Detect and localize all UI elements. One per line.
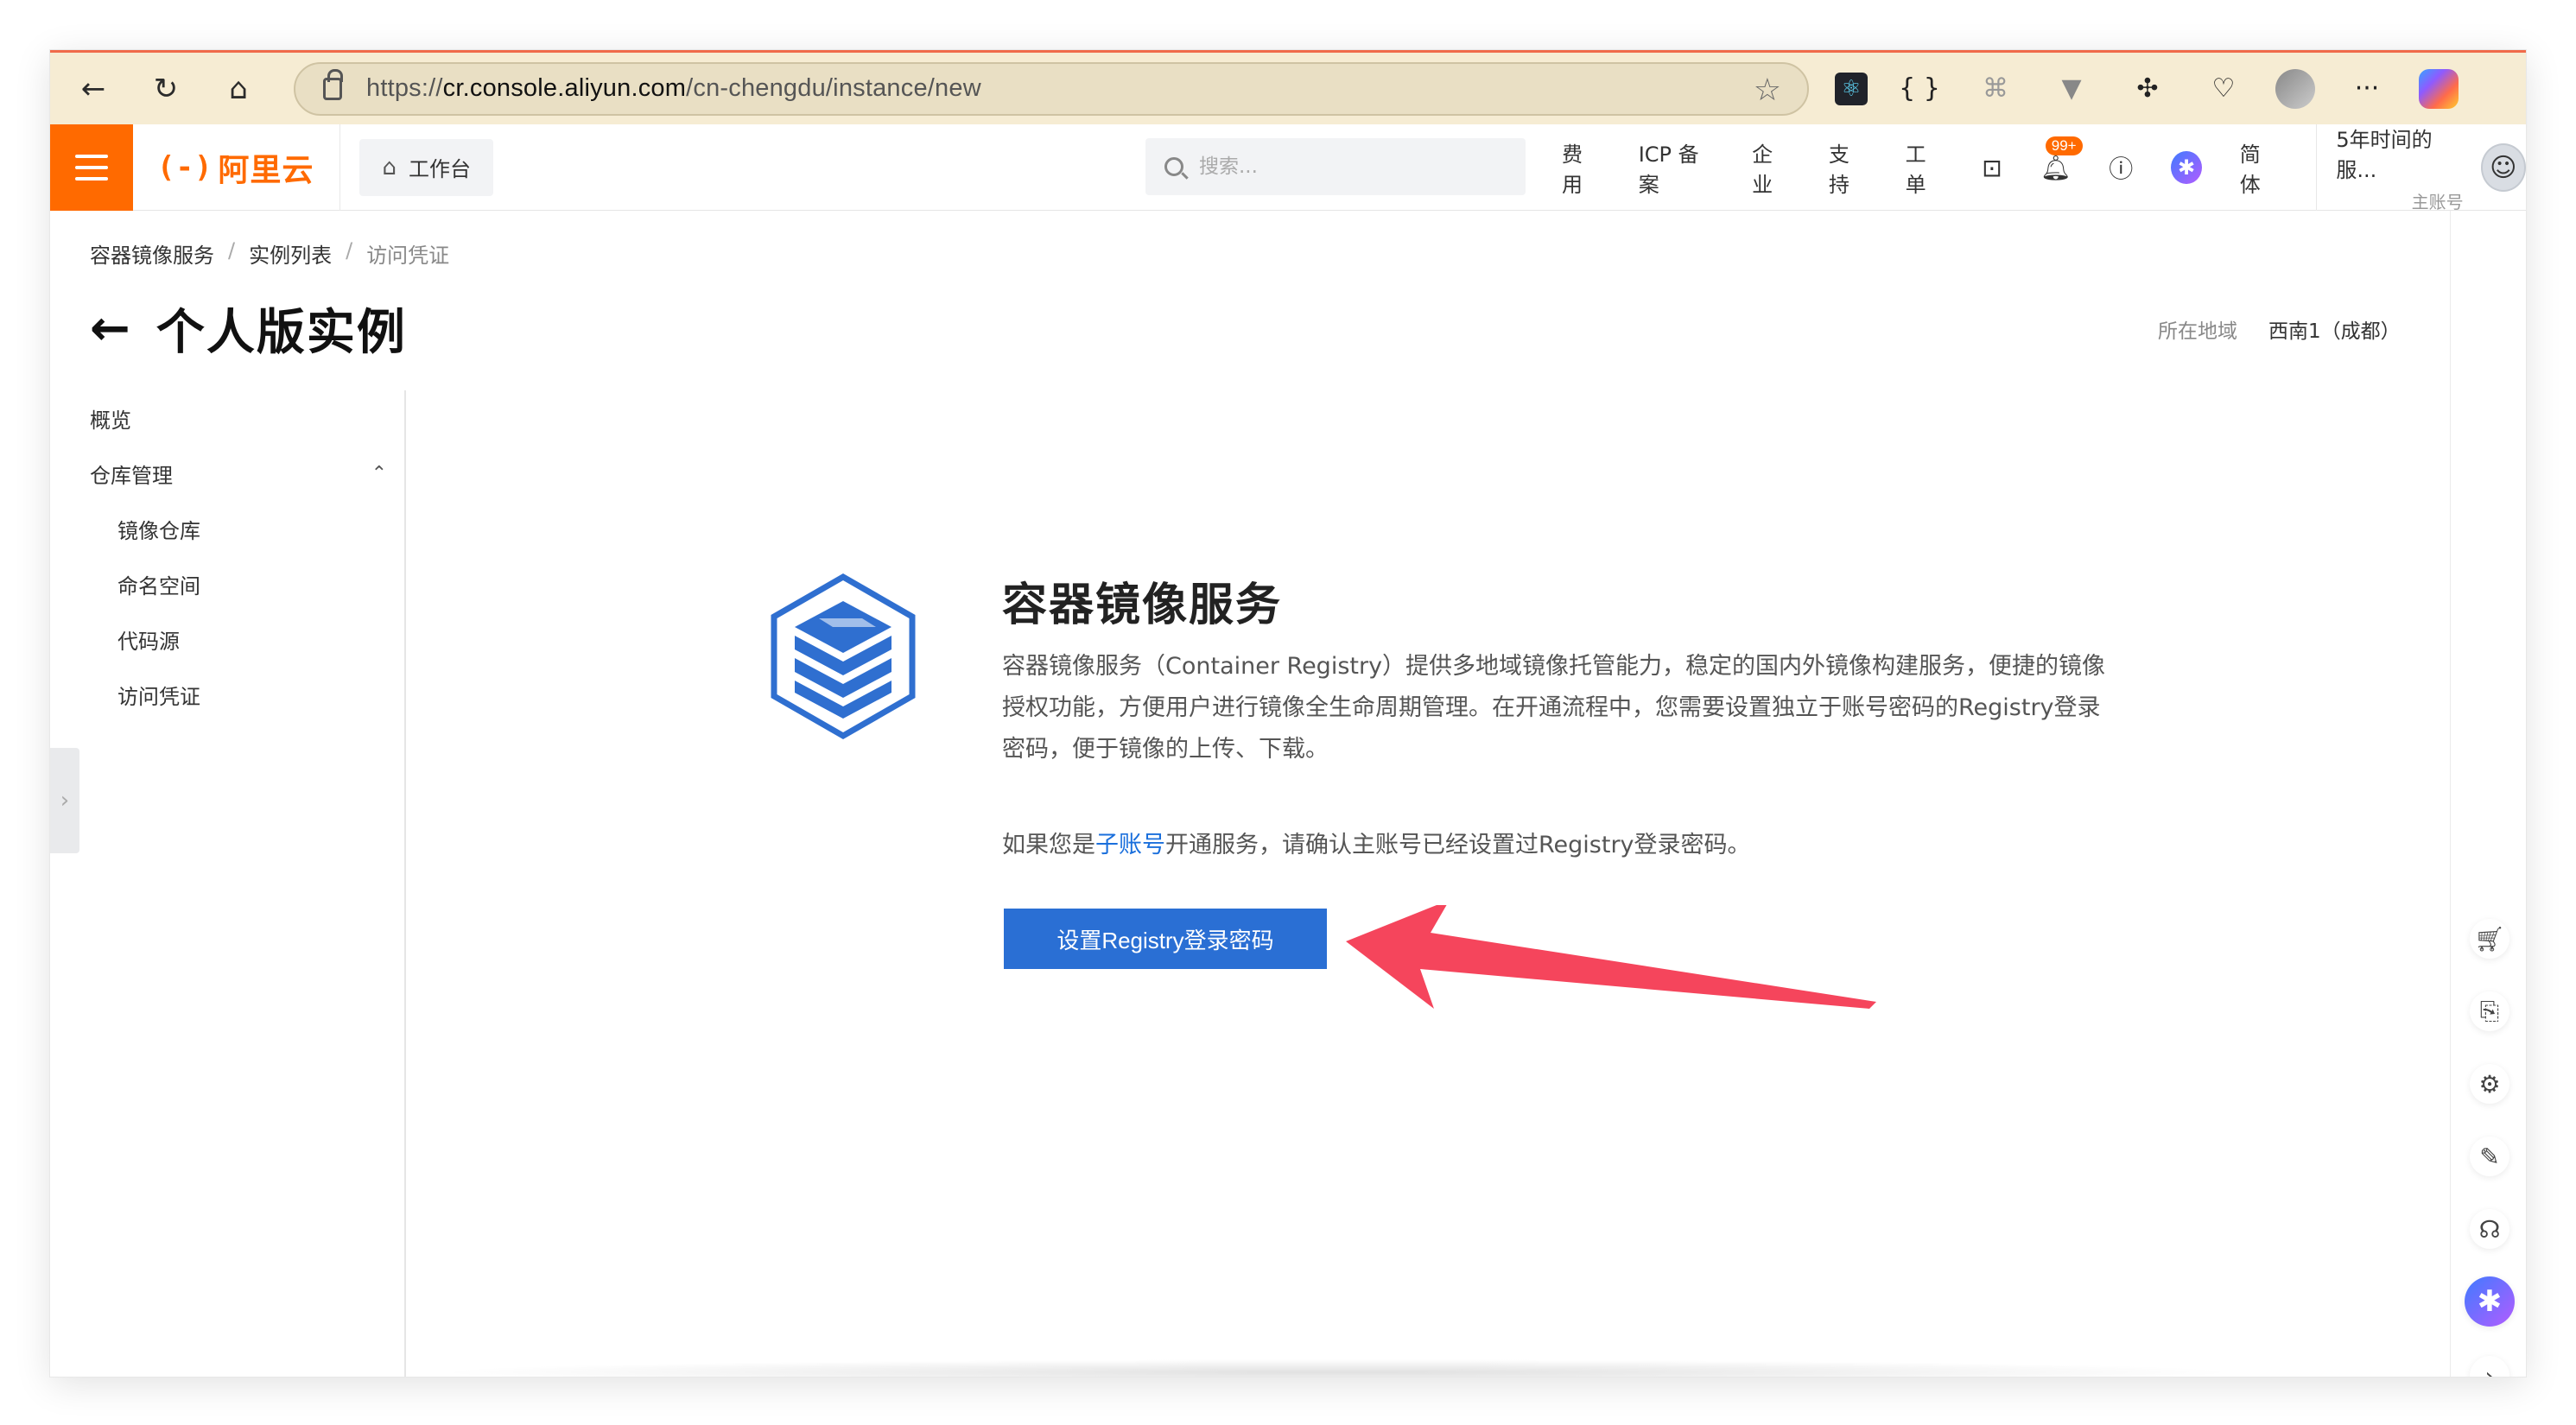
breadcrumb-item[interactable]: 容器镜像服务 [90,238,214,269]
divider [339,124,341,211]
address-url: https://cr.console.aliyun.com/cn-chengdu… [366,74,981,102]
json-viewer-icon[interactable]: { } [1895,65,1944,113]
set-registry-password-button[interactable]: 设置Registry登录密码 [1004,909,1327,969]
right-tool-rail: 🛒︎ ⎘ ⚙ ✎ ☊ ✱ › [2450,211,2526,1377]
divider [2316,124,2318,211]
sidebar-item-access-credential[interactable]: 访问凭证 [90,667,404,722]
breadcrumb-item[interactable]: 实例列表 [249,238,332,269]
api-icon[interactable]: ⎘ [2470,991,2509,1031]
profile-avatar-icon[interactable] [2275,68,2315,109]
address-bar[interactable]: https://cr.console.aliyun.com/cn-chengdu… [294,61,1809,116]
back-arrow-icon[interactable]: ← [90,301,130,357]
ai-assistant-icon[interactable]: ✱ [2171,151,2202,184]
nav-enterprise[interactable]: 企业 [1752,137,1791,198]
chevron-up-icon: ⌃ [371,462,387,484]
sidebar-collapse-handle[interactable]: › [50,748,79,853]
service-title: 容器镜像服务 [1002,580,1283,631]
sub-account-link[interactable]: 子账号 [1095,832,1165,858]
account-menu[interactable]: 5年时间的服... 主账号 [2336,123,2463,213]
bottom-shadow [430,1359,2244,1377]
vue-devtools-icon[interactable]: ▼ [2047,65,2096,113]
workbench-button[interactable]: ⌂ 工作台 [359,138,493,196]
puzzle-extensions-icon[interactable]: ✣ [2123,65,2172,113]
sub-account-note: 如果您是子账号开通服务，请确认主账号已经设置过Registry登录密码。 [1002,832,1751,858]
settings-gear-icon[interactable]: ⚙ [2470,1064,2509,1104]
aliyun-logo[interactable]: (-) 阿里云 [157,145,314,190]
account-type: 主账号 [2411,191,2464,212]
sidebar-item-image-repo[interactable]: 镜像仓库 [90,501,404,556]
back-icon[interactable]: ← [69,65,117,113]
health-icon[interactable]: ♡ [2199,65,2248,113]
sidebar-group-repo[interactable]: 仓库管理 ⌃ [90,446,404,501]
nav-ticket[interactable]: 工单 [1906,137,1945,198]
lock-icon [323,68,343,100]
avatar[interactable]: ☺ [2480,143,2526,192]
home-icon: ⌂ [382,154,397,180]
account-name: 5年时间的服... [2336,127,2433,182]
region-info: 所在地域 西南1（成都） [2158,314,2401,344]
chevron-right-icon[interactable]: › [2470,1356,2509,1377]
workbench-label: 工作台 [408,157,471,181]
search-box[interactable] [1145,138,1526,195]
container-registry-logo [771,573,916,740]
more-menu-icon[interactable]: ··· [2343,65,2391,113]
sidebar-item-overview[interactable]: 概览 [90,390,404,446]
language-switch[interactable]: 简体 [2240,137,2279,198]
search-icon [1164,157,1183,176]
browser-window: ← ↻ ⌂ https://cr.console.aliyun.com/cn-c… [50,50,2526,1377]
sidebar-item-namespace[interactable]: 命名空间 [90,556,404,611]
reload-icon[interactable]: ↻ [142,65,190,113]
menu-icon[interactable] [50,124,133,211]
ai-assistant-icon[interactable]: ✱ [2465,1276,2515,1327]
service-description: 容器镜像服务（Container Registry）提供多地域镜像托管能力，稳定… [1002,653,2106,763]
headset-support-icon[interactable]: ☊ [2470,1209,2509,1249]
breadcrumb: 容器镜像服务 / 实例列表 / 访问凭证 [90,238,450,269]
nav-icp[interactable]: ICP 备案 [1639,137,1714,198]
annotation-arrow [1346,905,1876,1009]
edit-pencil-icon[interactable]: ✎ [2470,1137,2509,1176]
terminal-icon[interactable]: ⊡ [1982,154,2002,182]
home-icon[interactable]: ⌂ [214,65,263,113]
breadcrumb-current: 访问凭证 [366,244,450,268]
cart-icon[interactable]: 🛒︎ [2470,919,2509,959]
page-header: ← 个人版实例 [90,294,407,364]
console-topnav: (-)阿里云 ⌂ 工作台 费用 ICP 备案 企业 支持 工单 ⊡ 🔔︎99+ … [50,123,2526,213]
nav-fees[interactable]: 费用 [1562,137,1601,198]
browser-toolbar: ← ↻ ⌂ https://cr.console.aliyun.com/cn-c… [50,50,2526,124]
react-devtools-icon[interactable]: ⚛ [1835,72,1868,105]
nav-support[interactable]: 支持 [1829,137,1868,198]
command-icon[interactable]: ⌘ [1971,65,2020,113]
help-icon[interactable]: ⓘ [2109,150,2133,185]
search-input[interactable] [1199,155,1510,178]
bookmark-star-icon[interactable]: ☆ [1754,73,1781,108]
sidebar-group-label: 仓库管理 [90,463,173,488]
region-value: 西南1（成都） [2268,320,2401,343]
notification-bell-icon[interactable]: 🔔︎ 99+ [2040,136,2083,182]
copilot-icon[interactable] [2419,68,2459,109]
notification-badge: 99+ [2045,136,2083,155]
page-title: 个人版实例 [155,305,407,361]
region-label: 所在地域 [2158,320,2237,343]
sidebar-item-code-source[interactable]: 代码源 [90,611,404,667]
sidebar: 概览 仓库管理 ⌃ 镜像仓库 命名空间 代码源 访问凭证 [90,390,406,1377]
